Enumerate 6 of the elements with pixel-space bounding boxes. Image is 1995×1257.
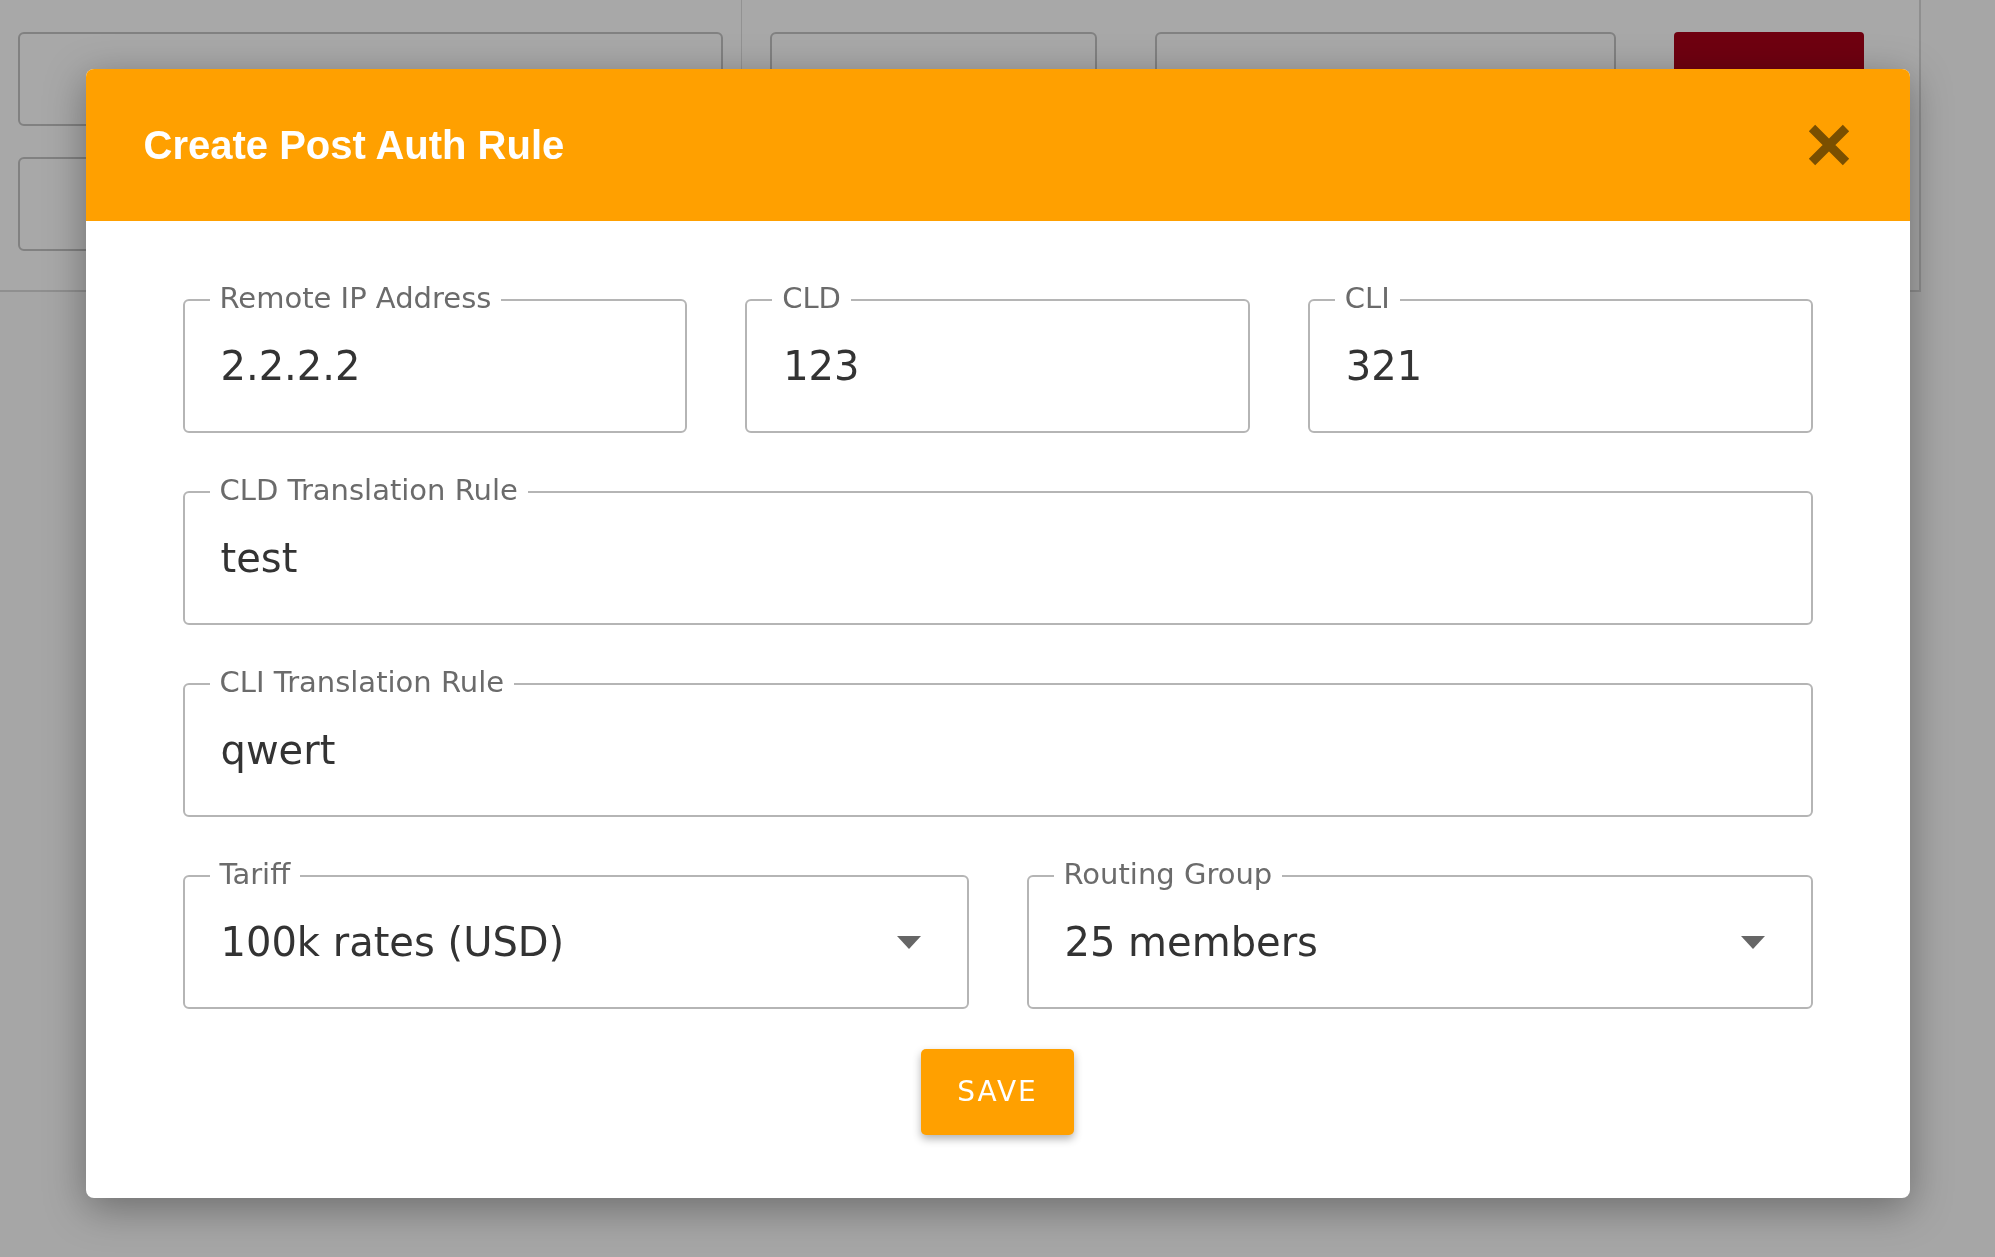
caret-icon xyxy=(896,935,921,949)
caret-icon xyxy=(1740,935,1765,949)
field-label: Routing Group xyxy=(1053,860,1283,889)
dialog-title: Create Post Auth Rule xyxy=(143,122,565,169)
dropdown-value: 25 members xyxy=(1064,918,1319,967)
dropdown-value: 100k rates (USD) xyxy=(220,918,566,967)
